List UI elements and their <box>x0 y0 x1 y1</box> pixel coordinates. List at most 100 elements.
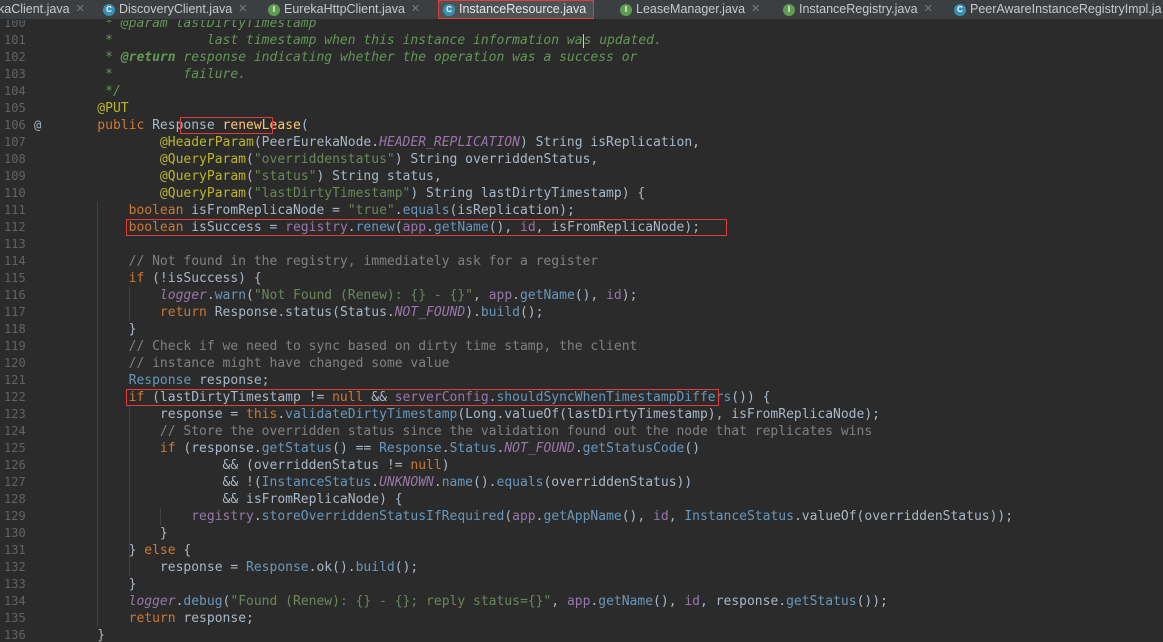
code-line[interactable]: 118 } <box>0 321 1163 338</box>
code-token: if <box>66 441 184 456</box>
code-line[interactable]: 109 @QueryParam("status") String status, <box>0 168 1163 185</box>
tab-instanceregistry[interactable]: I InstanceRegistry.java ✕ <box>783 0 933 19</box>
code-line[interactable]: 132 response = Response.ok().build(); <box>0 559 1163 576</box>
tab-leasemanager[interactable]: I LeaseManager.java ✕ <box>620 0 760 19</box>
code-line[interactable]: 129 registry.storeOverriddenStatusIfRequ… <box>0 508 1163 525</box>
code-text: if (lastDirtyTimestamp != null && server… <box>66 389 771 406</box>
code-line[interactable]: 136 } <box>0 627 1163 642</box>
code-token: (); <box>519 305 544 320</box>
line-number: 132 <box>4 560 26 574</box>
line-number: 102 <box>4 50 26 64</box>
code-line[interactable]: 135 return response; <box>0 610 1163 627</box>
code-line[interactable]: 113 <box>0 236 1163 253</box>
code-token: response indicating whether the operatio… <box>175 50 638 65</box>
tab-label: InstanceRegistry.java <box>799 2 918 16</box>
code-line[interactable]: 131 } else { <box>0 542 1163 559</box>
close-icon[interactable]: ✕ <box>751 0 760 19</box>
code-line[interactable]: 121 Response response; <box>0 372 1163 389</box>
code-token: build <box>480 305 520 320</box>
code-text: return response; <box>66 610 254 627</box>
code-token: Response.status(Status. <box>214 305 395 320</box>
code-token: UNKNOWN <box>379 475 434 490</box>
tab-eurekahttpclient[interactable]: I EurekaHttpClient.java ✕ <box>268 0 420 19</box>
code-line[interactable]: 123 response = this.validateDirtyTimesta… <box>0 406 1163 423</box>
code-line[interactable]: 124 // Store the overridden status since… <box>0 423 1163 440</box>
code-editor[interactable]: 100 * @param lastDirtyTimestamp 101 * las… <box>0 20 1163 642</box>
code-line[interactable]: 117 return Response.status(Status.NOT_FO… <box>0 304 1163 321</box>
code-token: . <box>347 220 356 235</box>
code-text: logger.debug("Found (Renew): {} - {}; re… <box>66 593 888 610</box>
code-token: warn <box>214 288 247 303</box>
code-line[interactable]: 111 boolean isFromReplicaNode = "true".e… <box>0 202 1163 219</box>
line-number: 122 <box>4 390 26 404</box>
code-token: else <box>144 543 184 558</box>
tab-peerawareinstanceregistryimpl[interactable]: C PeerAwareInstanceRegistryImpl.ja <box>954 0 1162 19</box>
code-line[interactable]: 106 @ public Response renewLease( <box>0 117 1163 134</box>
code-token: app <box>488 288 513 303</box>
close-icon[interactable]: ✕ <box>238 0 247 19</box>
tab-discoveryclient[interactable]: C DiscoveryClient.java ✕ <box>103 0 247 19</box>
close-icon[interactable]: ✕ <box>924 0 933 19</box>
code-line[interactable]: 125 if (response.getStatus() == Response… <box>0 440 1163 457</box>
code-text: logger.warn("Not Found (Renew): {} - {}"… <box>66 287 638 304</box>
line-number: 123 <box>4 407 26 421</box>
code-token: response; <box>199 373 270 388</box>
code-line[interactable]: 108 @QueryParam("overriddenstatus") Stri… <box>0 151 1163 168</box>
line-number: 117 <box>4 305 26 319</box>
code-token: ( <box>246 169 254 184</box>
code-token: . <box>394 203 403 218</box>
close-icon[interactable]: ✕ <box>76 0 85 19</box>
code-text: @QueryParam("status") String status, <box>66 168 442 185</box>
code-token: * <box>66 50 121 65</box>
code-line[interactable]: 107 @HeaderParam(PeerEurekaNode.HEADER_R… <box>0 134 1163 151</box>
code-line[interactable]: 112 boolean isSuccess = registry.renew(a… <box>0 219 1163 236</box>
code-line[interactable]: 126 && (overriddenStatus != null) <box>0 457 1163 474</box>
override-gutter-icon[interactable]: @ <box>34 117 41 134</box>
code-line[interactable]: 134 logger.debug("Found (Renew): {} - {}… <box>0 593 1163 610</box>
code-token: // Not found in the registry, immediatel… <box>66 254 599 269</box>
line-number: 111 <box>4 203 26 217</box>
tab-instanceresource[interactable]: C InstanceResource.java <box>438 0 594 19</box>
code-line[interactable]: 116 logger.warn("Not Found (Renew): {} -… <box>0 287 1163 304</box>
code-token: serverConfig <box>394 390 489 405</box>
code-token: , <box>473 288 489 303</box>
code-token: equals <box>402 203 450 218</box>
line-number: 134 <box>4 594 26 608</box>
code-line[interactable]: 133 } <box>0 576 1163 593</box>
line-number: 106 <box>4 118 26 132</box>
code-line[interactable]: 104 */ <box>0 83 1163 100</box>
code-line[interactable]: 105 @PUT <box>0 100 1163 117</box>
code-token: id <box>653 509 669 524</box>
code-token: getAppName <box>543 509 622 524</box>
code-line[interactable]: 102 * @return response indicating whethe… <box>0 49 1163 66</box>
code-line[interactable]: 127 && !(InstanceStatus.UNKNOWN.name().e… <box>0 474 1163 491</box>
code-line[interactable]: 110 @QueryParam("lastDirtyTimestamp") St… <box>0 185 1163 202</box>
line-number: 135 <box>4 611 26 625</box>
code-line[interactable]: 101 * last timestamp when this instance … <box>0 32 1163 49</box>
code-token: "overriddenstatus" <box>253 152 395 167</box>
code-token: Response <box>152 118 223 133</box>
code-line[interactable]: 130 } <box>0 525 1163 542</box>
tab-label: DiscoveryClient.java <box>119 2 233 16</box>
code-line[interactable]: 122 if (lastDirtyTimestamp != null && se… <box>0 389 1163 406</box>
code-text: && !(InstanceStatus.UNKNOWN.name().equal… <box>66 474 693 491</box>
code-line[interactable]: 103 * failure. <box>0 66 1163 83</box>
code-token: debug <box>183 594 223 609</box>
code-line[interactable]: 100 * @param lastDirtyTimestamp <box>0 20 1163 32</box>
tab-kaclient[interactable]: kaClient.java ✕ <box>0 0 85 19</box>
code-token: public <box>66 118 153 133</box>
code-token: * failure. <box>66 67 247 82</box>
code-token: "Not Found (Renew): {} - {}" <box>253 288 474 303</box>
class-icon: C <box>954 3 966 16</box>
close-icon[interactable]: ✕ <box>411 0 420 19</box>
code-token: ( <box>246 152 254 167</box>
code-text: // Check if we need to sync based on dir… <box>66 338 638 355</box>
code-token: // instance might have changed some valu… <box>66 356 450 371</box>
code-line[interactable]: 115 if (!isSuccess) { <box>0 270 1163 287</box>
code-line[interactable]: 114 // Not found in the registry, immedi… <box>0 253 1163 270</box>
code-token: . <box>371 475 380 490</box>
code-line[interactable]: 119 // Check if we need to sync based on… <box>0 338 1163 355</box>
code-line[interactable]: 128 && isFromReplicaNode) { <box>0 491 1163 508</box>
code-line[interactable]: 120 // instance might have changed some … <box>0 355 1163 372</box>
code-token: s updated. <box>583 33 662 48</box>
